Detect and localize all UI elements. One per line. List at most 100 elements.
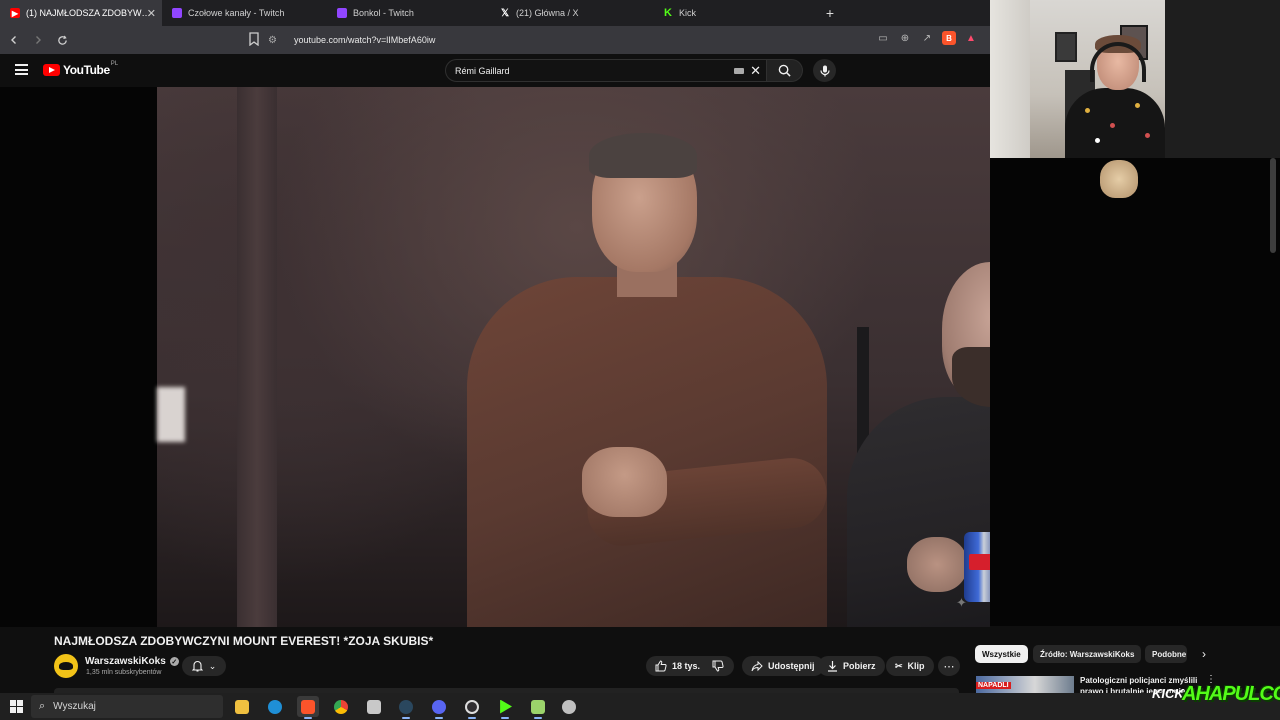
download-icon [828,661,837,672]
browser-tab-kick[interactable]: K Kick [653,0,818,26]
chip-all[interactable]: Wszystkie [975,645,1028,663]
video-person-left [467,133,831,627]
forward-button[interactable] [28,30,48,50]
like-count: 18 tys. [672,661,701,671]
clear-search-icon[interactable]: ✕ [750,63,761,79]
share-label: Udostępnij [768,661,815,671]
clip-button[interactable]: ✂ Klip [886,656,934,676]
channel-name[interactable]: WarszawskiKoks ✓ [85,656,179,667]
tab-title: Bonkol - Twitch [353,8,414,18]
utility-app-icon[interactable] [558,696,580,717]
thumbnail-badge: NAPADLI [976,682,1011,689]
download-button[interactable]: Pobierz [818,656,885,676]
search-button[interactable] [767,59,803,82]
share-icon[interactable]: ↗ [920,31,934,45]
tab-title: (1) NAJMŁODSZA ZDOBYWCZYNI [26,8,152,18]
chip-from-channel[interactable]: Źródło: WarszawskiKoks [1033,645,1142,663]
video-player[interactable]: ✦ [0,87,990,627]
youtube-logo-text: YouTube [63,63,110,77]
address-bar[interactable]: ⚙ youtube.com/watch?v=lIMbefA60iw [268,29,868,51]
chat-app-icon[interactable] [527,696,549,719]
windows-start-icon[interactable] [10,700,23,713]
close-tab-icon[interactable]: ✕ [147,7,156,20]
browser-tab-twitch-top[interactable]: Czołowe kanały - Twitch [162,0,327,26]
download-label: Pobierz [843,661,876,671]
webcam-side-panel [1165,0,1280,158]
reload-button[interactable] [52,30,72,50]
url-text: youtube.com/watch?v=lIMbefA60iw [294,35,436,45]
reload-icon [57,35,67,45]
brave-browser-icon[interactable] [297,696,319,719]
search-icon: ⌕ [39,700,46,712]
microphone-icon [819,65,830,76]
new-tab-button[interactable]: + [818,0,842,26]
twitch-favicon-icon [337,8,347,18]
share-arrow-icon [751,660,763,671]
discord-icon[interactable] [428,696,450,719]
cast-icon[interactable]: ▭ [876,31,890,45]
taskbar-search-input[interactable]: ⌕ Wyszukaj [31,695,223,718]
mask-overlay [1100,160,1138,198]
search-value: Rémi Gaillard [455,65,510,76]
file-explorer-icon[interactable] [231,696,253,717]
browser-tab-twitch-bonkol[interactable]: Bonkol - Twitch [327,0,490,26]
right-dark-panel [990,158,1280,626]
brave-shields-icon[interactable]: B [942,31,956,45]
clip-label: Klip [907,661,925,671]
menu-icon[interactable] [15,64,28,75]
more-horizontal-icon: ⋯ [943,660,955,673]
subscribed-bell-button[interactable]: ⌄ [182,656,226,676]
channel-name-text: WarszawskiKoks [85,656,166,667]
video-info: NAJMŁODSZA ZDOBYWCZYNI MOUNT EVEREST! *Z… [0,627,1280,693]
recommended-video-thumbnail[interactable]: NAPADLI [976,676,1074,693]
toolbar-actions: ▭ ⊕ ↗ B ▲ [876,31,978,45]
streamer-webcam [990,0,1165,158]
arrow-right-icon [36,36,41,44]
energy-drink-can [964,532,990,602]
steam-icon[interactable] [395,696,417,719]
verified-check-icon: ✓ [169,657,179,666]
back-button[interactable] [4,30,24,50]
share-button[interactable]: Udostępnij [742,656,824,676]
dislike-button[interactable] [706,656,730,676]
app-icon[interactable] [363,696,385,717]
browser-tab-strip: ▶ (1) NAJMŁODSZA ZDOBYWCZYNI ✕ Czołowe k… [0,0,990,26]
site-settings-icon[interactable]: ⚙ [268,35,282,46]
kick-logo: KICK [1152,686,1184,701]
keyboard-icon[interactable] [734,68,744,74]
browser-tab-x[interactable]: 𝕏 (21) Główna / X [490,0,653,26]
zoom-icon[interactable]: ⊕ [898,31,912,45]
chevron-right-icon[interactable]: › [1196,645,1212,663]
chevron-down-icon: ⌄ [208,660,217,671]
subscriber-count: 1,35 mln subskrybentów [86,669,162,676]
browser-tab-youtube[interactable]: ▶ (1) NAJMŁODSZA ZDOBYWCZYNI ✕ [0,0,162,26]
brave-rewards-icon[interactable]: ▲ [964,31,978,45]
obs-icon[interactable] [461,696,483,719]
media-player-icon[interactable] [494,696,516,719]
more-actions-button[interactable]: ⋯ [938,656,960,676]
chip-related[interactable]: Podobne [1145,645,1187,663]
channel-avatar[interactable] [54,654,78,678]
scissors-icon: ✂ [895,660,903,671]
youtube-logo[interactable]: YouTube PL [43,61,119,77]
channel-watermark-icon[interactable]: ✦ [956,595,978,613]
bell-icon [191,660,203,672]
search-input[interactable]: Rémi Gaillard ✕ [445,59,767,82]
youtube-play-icon [43,64,60,76]
browser-toolbar: ⚙ youtube.com/watch?v=lIMbefA60iw ▭ ⊕ ↗ … [0,26,990,54]
thumbs-down-icon [712,660,724,672]
tab-title: Kick [679,8,697,18]
thumbs-up-icon [655,660,667,672]
video-person-right [847,262,990,627]
youtube-favicon-icon: ▶ [10,8,20,18]
page-scrollbar[interactable] [1270,158,1276,253]
country-code: PL [110,61,119,67]
bookmark-icon[interactable] [248,32,260,46]
edge-browser-icon[interactable] [264,696,286,717]
arrow-left-icon [11,36,16,44]
voice-search-button[interactable] [813,59,836,82]
chrome-browser-icon[interactable] [330,696,352,717]
windows-taskbar: ⌕ Wyszukaj [0,693,1280,720]
video-title: NAJMŁODSZA ZDOBYWCZYNI MOUNT EVEREST! *Z… [54,634,434,648]
twitch-favicon-icon [172,8,182,18]
